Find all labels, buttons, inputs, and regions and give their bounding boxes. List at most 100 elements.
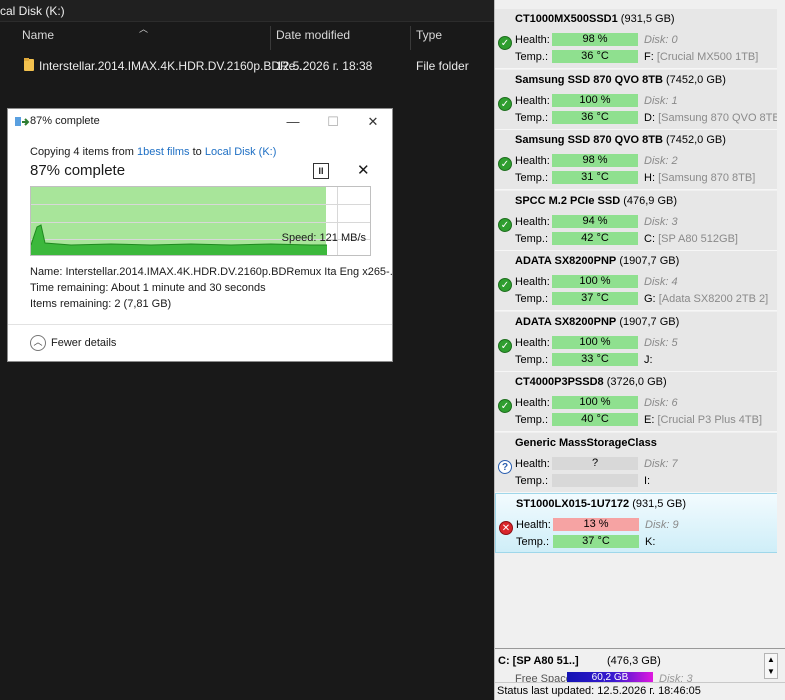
items-remaining-line: Items remaining: 2 (7,81 GB) [30,298,172,310]
disk-index: Disk: 6 [644,397,678,409]
drive-info: E: [Crucial P3 Plus 4TB] [644,414,762,426]
disk-index: Disk: 3 [644,215,678,228]
drive-name: [Samsung 870 8TB] [658,172,756,184]
health-status-icon: ? [498,459,512,474]
volume-name: C: [SP A80 51..] [498,655,579,667]
temp-label: Temp.: [515,51,549,63]
drive-letter: F: [644,51,654,63]
disk-model: Samsung SSD 870 QVO 8TB (7452,0 GB) [515,74,726,86]
temp-value: 31 °C [552,171,638,184]
disk-model-name: CT1000MX500SSD1 [515,13,618,25]
explorer-titlebar: cal Disk (K:) [0,0,494,22]
health-status-icon: ✕ [499,521,513,535]
drive-letter: C: [644,232,655,245]
explorer-location: cal Disk (K:) [0,4,65,18]
speed-curve [31,224,327,255]
spin-down-icon[interactable]: ▼ [765,666,777,678]
speed-label: Speed: 121 MB/s [281,232,366,244]
disk-capacity: (931,5 GB) [617,13,675,25]
drive-name: [Adata SX8200 2TB 2] [658,293,769,305]
column-divider[interactable] [410,26,411,50]
health-status-icon: ✓ [498,399,512,413]
health-status-icon: ✓ [498,36,512,50]
disk-index: Disk: 0 [644,34,678,46]
disk-model-name: Samsung SSD 870 QVO 8TB [515,134,663,146]
health-value: 98 % [552,154,638,167]
health-label: Health: [515,215,550,228]
health-value: 13 % [553,518,639,531]
drive-info: F: [Crucial MX500 1TB] [644,51,758,63]
health-status-icon: ✓ [498,338,512,353]
fewer-details-button[interactable]: Fewer details [51,337,116,349]
disk-entry[interactable]: Samsung SSD 870 QVO 8TB (7452,0 GB) ✓ Heal… [495,130,778,190]
drive-letter: E: [644,414,655,426]
disk-index: Disk: 4 [644,276,678,288]
health-value: 100 % [552,275,638,288]
disk-entry[interactable]: ADATA SX8200PNP (1907,7 GB) ✓ Health: 100 %… [495,311,778,372]
health-label: Health: [515,457,550,470]
disk-entry[interactable]: Samsung SSD 870 QVO 8TB (7452,0 GB) ✓ Heal… [495,69,783,130]
disk-health-panel: CT1000MX500SSD1 (931,5 GB) ✓ Health: 98 % Di… [494,0,785,700]
spin-up-icon[interactable]: ▲ [765,654,777,666]
column-header-date-modified[interactable]: Date modified [276,28,350,50]
column-header-type[interactable]: Type [416,28,442,50]
disk-model: Generic MassStorageClass [515,437,657,449]
file-name-line: Name: Interstellar.2014.IMAX.4K.HDR.DV.2… [30,266,399,278]
minimize-button[interactable]: — [282,112,304,132]
cancel-copy-button[interactable]: ✕ [357,162,370,180]
drive-info: D: [Samsung 870 QVO 8TB] [644,112,783,124]
sort-chevron-icon[interactable]: ︿ [139,22,148,35]
disk-entry[interactable]: ADATA SX8200PNP (1907,7 GB) ✓ Health: 100 %… [495,251,778,311]
disk-model: ADATA SX8200PNP (1907,7 GB) [515,255,679,267]
health-status-icon: ✓ [498,157,512,171]
drive-letter: G: [644,293,656,305]
disk-capacity: (931,5 GB) [629,498,686,510]
drive-info: K: [645,536,655,548]
file-type: File folder [416,59,469,73]
temp-label: Temp.: [515,232,549,245]
disk-model: CT1000MX500SSD1 (931,5 GB) [515,13,675,25]
copy-prefix: Copying 4 items from [30,146,137,158]
folder-icon [24,58,34,71]
maximize-button[interactable]: ☐ [322,112,344,132]
disk-entry[interactable]: SPCC M.2 PCIe SSD (476,9 GB) ✓ Health: 94 %… [495,190,778,251]
percent-complete: 87% complete [30,162,126,179]
column-divider[interactable] [270,26,271,50]
scrollbar[interactable] [777,0,785,648]
health-label: Health: [515,397,550,409]
column-header-name[interactable]: Name [22,28,54,50]
copy-icon [15,117,30,126]
temp-value: 36 °C [552,110,638,124]
destination-link[interactable]: Local Disk (K:) [205,146,277,158]
drive-name: [Crucial MX500 1TB] [656,51,759,63]
collapse-chevron-icon[interactable]: ︿ [30,335,46,351]
file-date: 12.5.2026 г. 18:38 [276,59,373,73]
temp-label: Temp.: [515,172,549,184]
disk-entry[interactable]: CT1000MX500SSD1 (931,5 GB) ✓ Health: 98 % Di… [495,9,778,69]
health-value: 94 % [552,214,638,228]
health-value: 98 % [552,33,638,46]
disk-capacity: (476,9 GB) [620,194,677,207]
drive-info: H: [Samsung 870 8TB] [644,172,755,184]
pause-button[interactable]: II [313,163,329,179]
disk-index: Disk: 5 [644,336,678,349]
disk-entry[interactable]: Generic MassStorageClass? Health:? Disk: 7… [495,432,778,493]
source-link[interactable]: 1best films [137,146,190,158]
drive-letter: K: [645,536,656,548]
temp-label: Temp.: [516,536,550,548]
temp-value: 37 °C [553,535,639,548]
disk-entry[interactable]: CT4000P3PSSD8 (3726,0 GB) ✓ Health: 100 % Di… [495,372,778,432]
temp-label: Temp.: [515,293,549,305]
health-value: 100 % [552,93,638,107]
temp-value: 36 °C [552,50,638,63]
disk-model-name: SPCC M.2 PCIe SSD [515,194,621,207]
dialog-titlebar[interactable]: 87% complete — ☐ ✕ [8,109,392,135]
volume-spinner[interactable]: ▲ ▼ [764,653,778,679]
close-button[interactable]: ✕ [362,112,384,132]
copy-progress-dialog: 87% complete — ☐ ✕ Copying 4 items from … [7,108,399,362]
disk-index: Disk: 9 [645,519,679,531]
disk-entry[interactable]: ST1000LX015-1U7172 (931,5 GB) ✕ Health: 13 … [495,493,778,553]
copy-description: Copying 4 items from 1best films to Loca… [30,146,276,158]
temp-value [552,473,638,487]
file-row[interactable]: Interstellar.2014.IMAX.4K.HDR.DV.2160p.B… [18,55,494,77]
